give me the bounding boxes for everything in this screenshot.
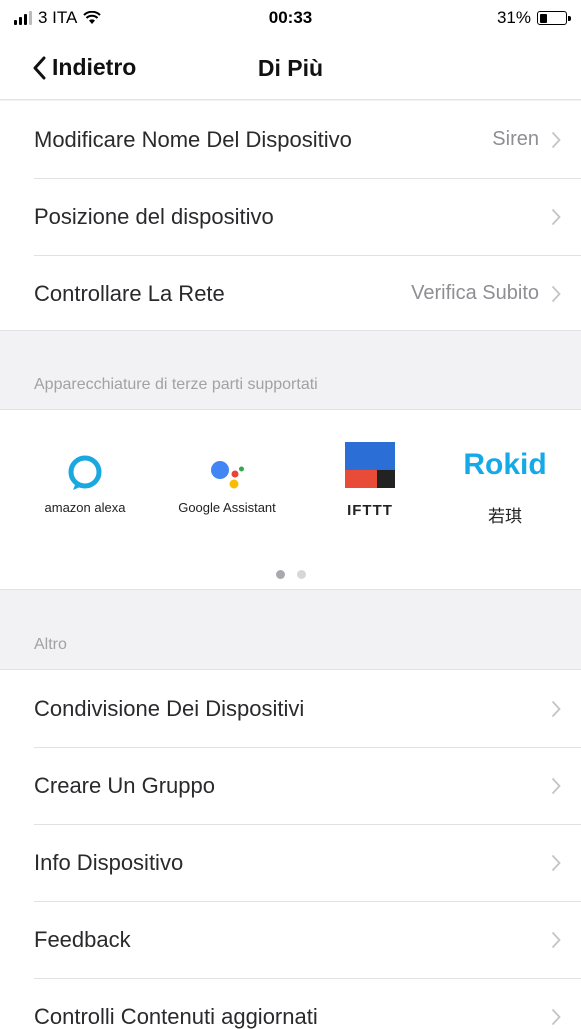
section-title: Apparecchiature di terze parti supportat… [34, 376, 318, 393]
row-device-position[interactable]: Posizione del dispositivo [0, 178, 581, 255]
chevron-right-icon [551, 931, 561, 948]
chevron-right-icon [551, 1008, 561, 1025]
partner-google-assistant[interactable]: Google Assistant [162, 440, 292, 515]
clock: 00:33 [268, 8, 313, 27]
chevron-right-icon [551, 131, 561, 148]
row-label: Controllare La Rete [34, 280, 225, 306]
row-feedback[interactable]: Feedback [0, 901, 581, 978]
partner-ifttt[interactable]: IFTTT [305, 440, 435, 519]
chevron-right-icon [551, 285, 561, 302]
row-label: Feedback [34, 926, 131, 952]
section-header-third-party: Apparecchiature di terze parti supportat… [0, 330, 581, 410]
partner-alexa[interactable]: amazon alexa [20, 440, 150, 515]
pager-dot[interactable] [296, 570, 306, 579]
chevron-right-icon [551, 854, 561, 871]
partner-name: Google Assistant [178, 500, 276, 515]
section-header-other: Altro [0, 590, 581, 670]
row-label: Info Dispositivo [34, 849, 184, 875]
google-assistant-icon [162, 440, 292, 504]
back-label: Indietro [52, 54, 137, 80]
row-edit-device-name[interactable]: Modificare Nome Del Dispositivo Siren [0, 101, 581, 178]
rokid-wordmark: Rokid [463, 448, 547, 481]
check-network-value: Verifica Subito [411, 282, 539, 304]
partner-rokid[interactable]: Rokid 若琪 [440, 440, 570, 527]
alexa-icon [20, 440, 150, 504]
partner-caption: 若琪 [488, 507, 522, 526]
battery-icon [537, 11, 571, 25]
section-title: Altro [34, 636, 67, 653]
row-create-group[interactable]: Creare Un Gruppo [0, 747, 581, 824]
third-party-carousel[interactable]: amazon alexa Google Assistant IFTTT Roki… [0, 410, 581, 590]
row-label: Condivisione Dei Dispositivi [34, 695, 305, 721]
battery-percent: 31% [496, 8, 531, 27]
chevron-right-icon [551, 700, 561, 717]
row-device-sharing[interactable]: Condivisione Dei Dispositivi [0, 670, 581, 747]
row-label: Modificare Nome Del Dispositivo [34, 126, 352, 152]
ifttt-icon [305, 440, 435, 490]
row-label: Posizione del dispositivo [34, 203, 274, 229]
partner-name: amazon alexa [44, 500, 126, 515]
device-name-value: Siren [492, 128, 539, 150]
rokid-icon: Rokid [440, 440, 570, 490]
row-label: Creare Un Gruppo [34, 772, 215, 798]
device-settings-list: Modificare Nome Del Dispositivo Siren Po… [0, 101, 581, 332]
row-device-info[interactable]: Info Dispositivo [0, 824, 581, 901]
row-check-network[interactable]: Controllare La Rete Verifica Subito [0, 255, 581, 332]
navigation-bar: Indietro Di Più [0, 38, 581, 100]
status-bar: 3 ITA 00:33 31% [0, 0, 581, 38]
pager-dot-active[interactable] [275, 570, 285, 579]
battery-info: 31% [496, 8, 571, 28]
chevron-right-icon [551, 208, 561, 225]
carousel-pager[interactable] [0, 570, 581, 579]
chevron-right-icon [551, 777, 561, 794]
other-settings-list: Condivisione Dei Dispositivi Creare Un G… [0, 670, 581, 1029]
row-check-updates[interactable]: Controlli Contenuti aggiornati [0, 978, 581, 1029]
partner-name: IFTTT [347, 502, 393, 519]
back-button[interactable]: Indietro [32, 54, 136, 81]
row-label: Controlli Contenuti aggiornati [34, 1003, 318, 1029]
chevron-left-icon [33, 56, 46, 79]
